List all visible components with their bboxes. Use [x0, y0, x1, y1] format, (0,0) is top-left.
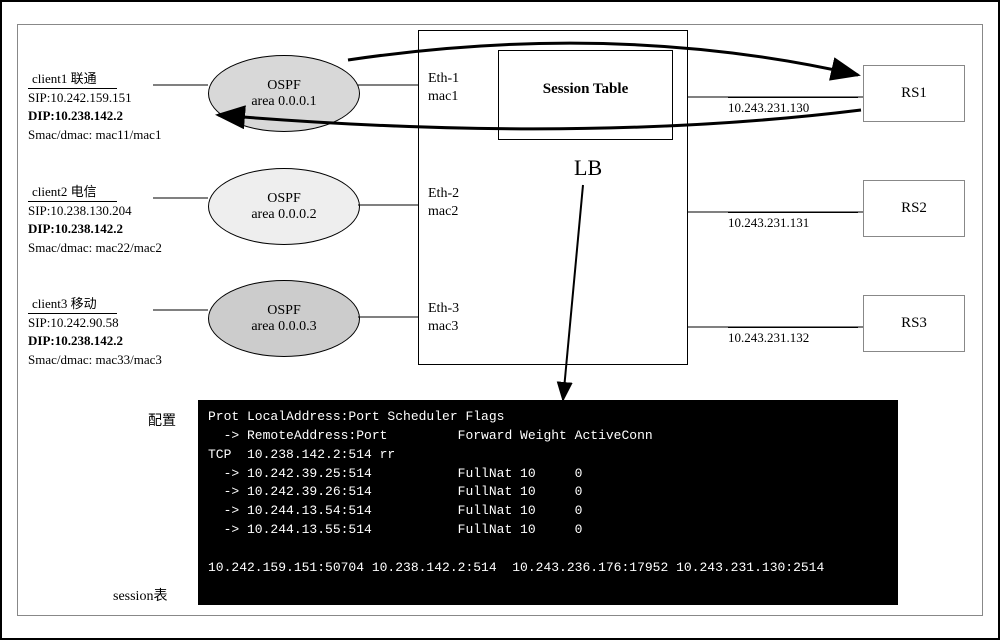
client3-sip: SIP:10.242.90.58	[28, 315, 119, 330]
client2-dip: DIP:10.238.142.2	[28, 221, 123, 236]
term-l1: Prot LocalAddress:Port Scheduler Flags	[208, 409, 504, 424]
term-l7: -> 10.244.13.55:514 FullNat 10 0	[208, 522, 582, 537]
terminal-output: Prot LocalAddress:Port Scheduler Flags -…	[198, 400, 898, 605]
client2-mac: Smac/dmac: mac22/mac2	[28, 240, 162, 255]
session-table-title: Session Table	[543, 81, 628, 97]
rs2-ip: 10.243.231.131	[728, 212, 858, 231]
ospf2-area: area 0.0.0.2	[209, 207, 359, 223]
diagram-inner: client1 联通 SIP:10.242.159.151 DIP:10.238…	[17, 24, 983, 616]
rs2-box: RS2	[863, 180, 965, 237]
diagram-frame: client1 联通 SIP:10.242.159.151 DIP:10.238…	[0, 0, 1000, 640]
lb-label: LB	[574, 155, 602, 181]
term-l4: -> 10.242.39.25:514 FullNat 10 0	[208, 466, 582, 481]
client1-block: client1 联通 SIP:10.242.159.151 DIP:10.238…	[28, 70, 228, 144]
rs1-box: RS1	[863, 65, 965, 122]
client2-sip: SIP:10.238.130.204	[28, 203, 132, 218]
client1-dip: DIP:10.238.142.2	[28, 108, 123, 123]
client3-mac: Smac/dmac: mac33/mac3	[28, 352, 162, 367]
client3-block: client3 移动 SIP:10.242.90.58 DIP:10.238.1…	[28, 295, 228, 369]
config-label: 配置	[148, 410, 176, 430]
client3-dip: DIP:10.238.142.2	[28, 333, 123, 348]
rs1-ip: 10.243.231.130	[728, 97, 858, 116]
term-l8: 10.242.159.151:50704 10.238.142.2:514 10…	[208, 560, 824, 575]
ospf3-title: OSPF	[209, 303, 359, 319]
rs2-name: RS2	[901, 200, 927, 217]
client1-sip: SIP:10.242.159.151	[28, 90, 132, 105]
term-l5: -> 10.242.39.26:514 FullNat 10 0	[208, 484, 582, 499]
ospf3-area: area 0.0.0.3	[209, 319, 359, 335]
client2-name: client2 电信	[28, 183, 117, 202]
session-table-label: session表	[113, 585, 167, 605]
session-table-box: Session Table	[498, 50, 673, 140]
ospf-area-1: OSPF area 0.0.0.1	[208, 55, 360, 132]
rs1-name: RS1	[901, 85, 927, 102]
client3-name: client3 移动	[28, 295, 117, 314]
ospf-area-3: OSPF area 0.0.0.3	[208, 280, 360, 357]
client1-mac: Smac/dmac: mac11/mac1	[28, 127, 161, 142]
ospf1-area: area 0.0.0.1	[209, 94, 359, 110]
ospf2-title: OSPF	[209, 191, 359, 207]
term-l2: -> RemoteAddress:Port Forward Weight Act…	[208, 428, 653, 443]
eth2-label: Eth-2 mac2	[428, 185, 459, 221]
eth3-label: Eth-3 mac3	[428, 300, 459, 336]
ospf-area-2: OSPF area 0.0.0.2	[208, 168, 360, 245]
eth1-label: Eth-1 mac1	[428, 70, 459, 106]
term-l3: TCP 10.238.142.2:514 rr	[208, 447, 395, 462]
client2-block: client2 电信 SIP:10.238.130.204 DIP:10.238…	[28, 183, 228, 257]
rs3-ip: 10.243.231.132	[728, 327, 858, 346]
rs3-name: RS3	[901, 315, 927, 332]
rs3-box: RS3	[863, 295, 965, 352]
ospf1-title: OSPF	[209, 78, 359, 94]
term-l6: -> 10.244.13.54:514 FullNat 10 0	[208, 503, 582, 518]
client1-name: client1 联通	[28, 70, 117, 89]
